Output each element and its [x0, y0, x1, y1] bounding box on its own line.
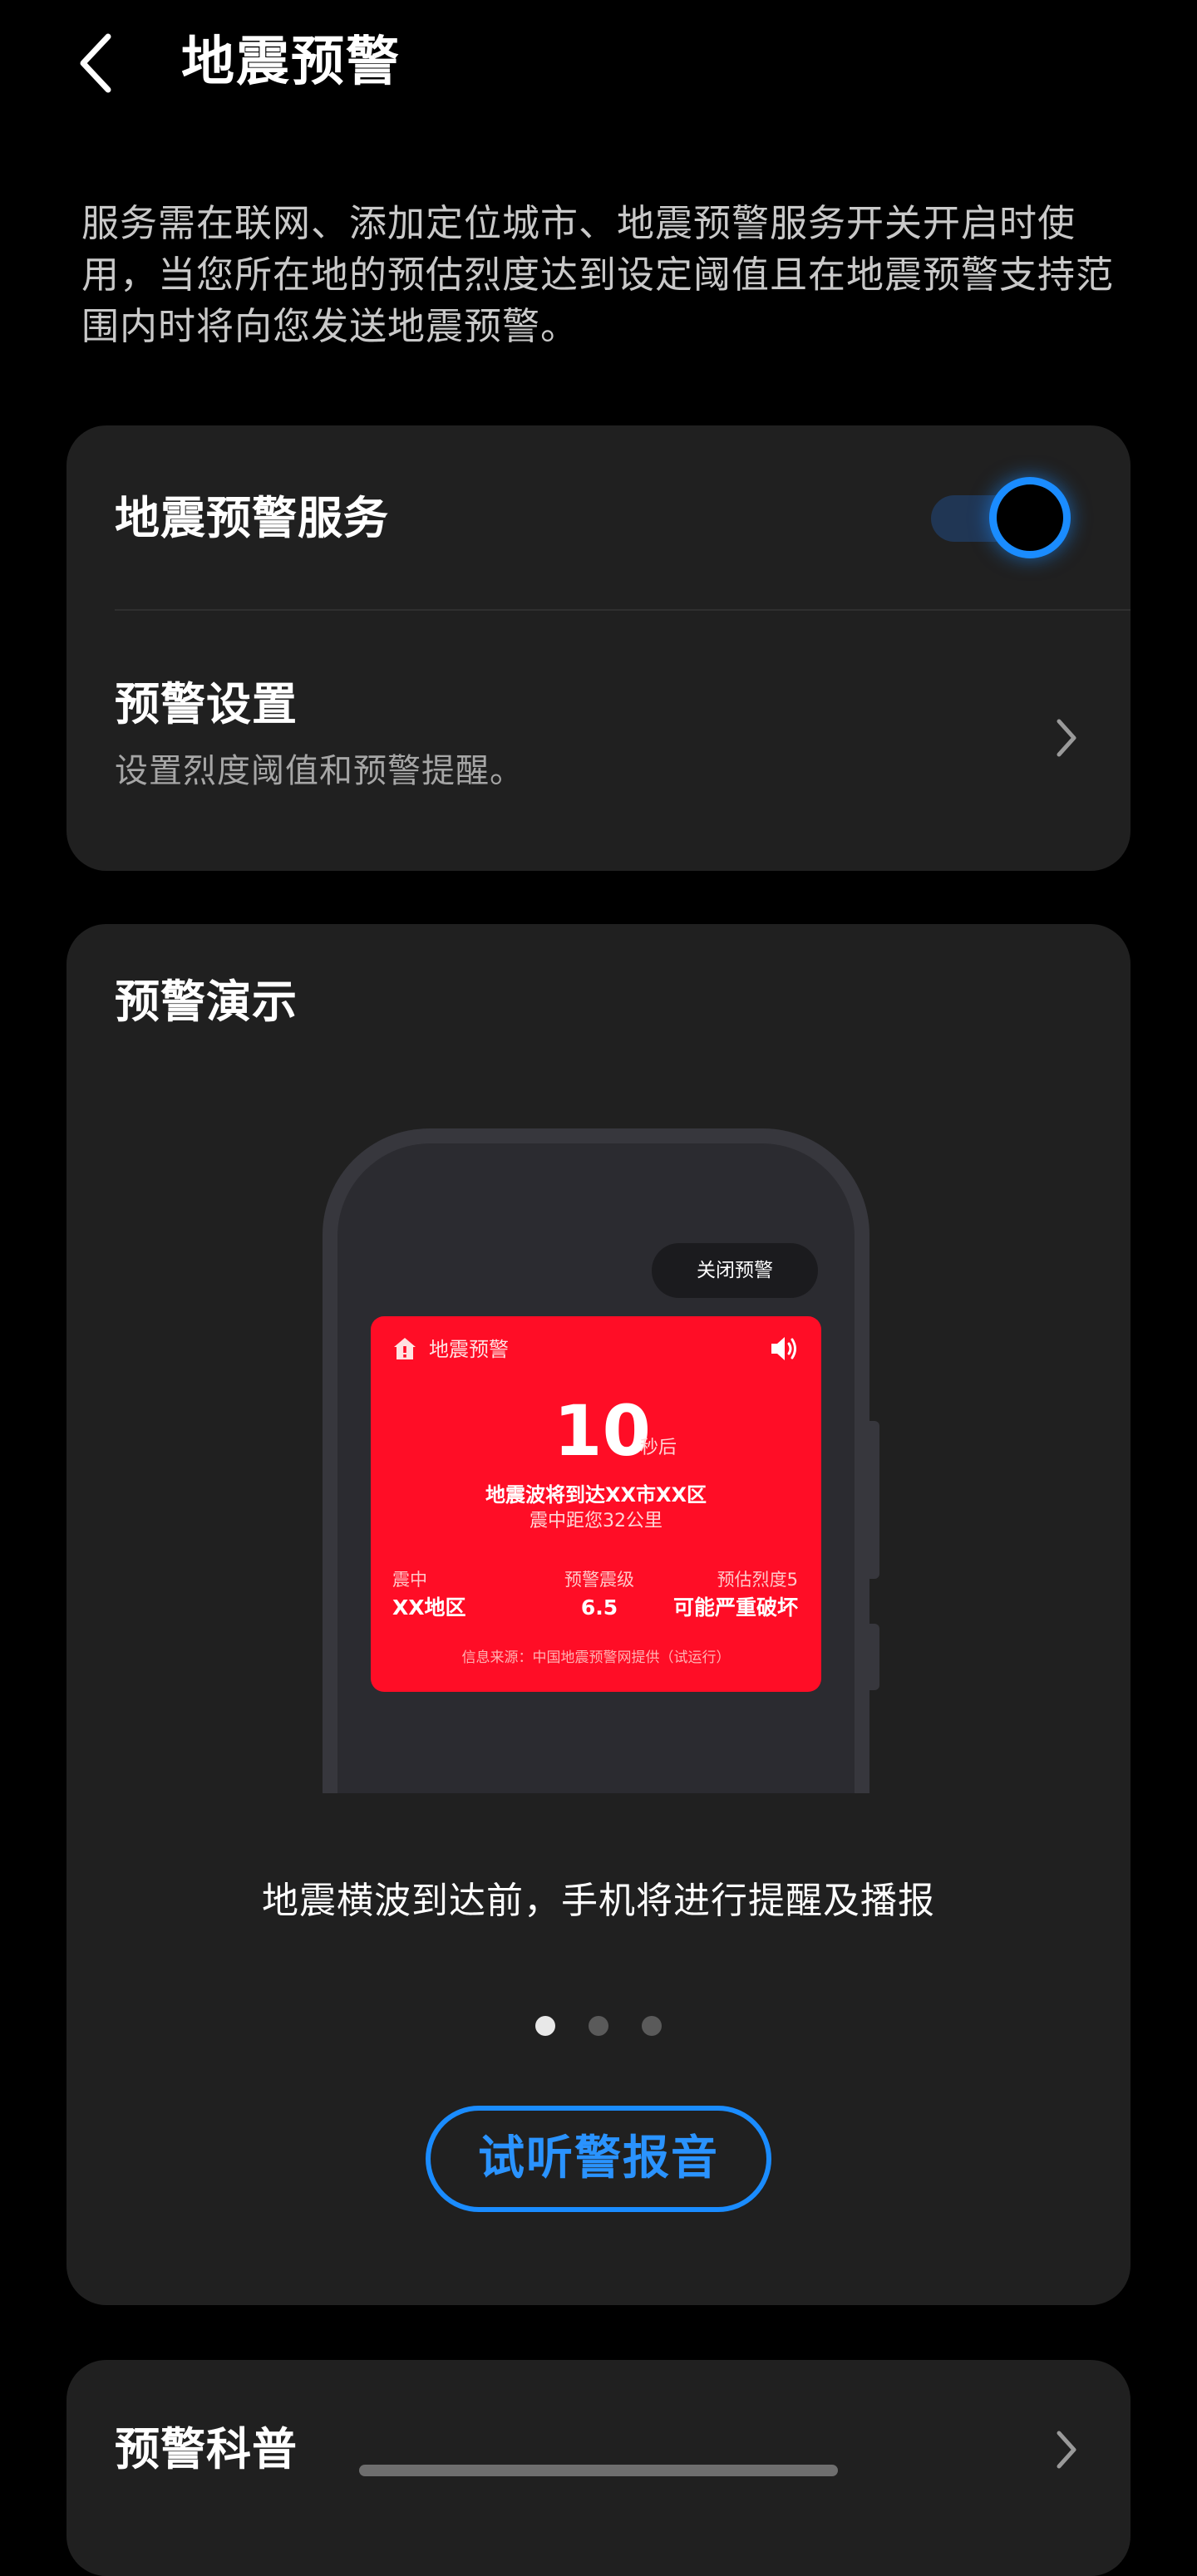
phone-side-button [868, 1624, 879, 1690]
speaker-icon [771, 1337, 796, 1360]
alert-distance: 震中距您32公里 [530, 1511, 663, 1531]
alert-title: 地震预警 [429, 1338, 509, 1361]
alert-message: 地震波将到达XX市XX区 [485, 1483, 707, 1507]
science-row-label[interactable]: 预警科普 [115, 2416, 298, 2483]
page-dot[interactable] [535, 2016, 555, 2036]
chevron-right-icon[interactable] [1049, 2425, 1082, 2475]
page-title: 地震预警 [181, 32, 401, 93]
service-toggle-label: 地震预警服务 [115, 492, 389, 544]
close-alert-button: 关闭预警 [652, 1243, 818, 1298]
countdown-unit: 秒后 [640, 1438, 677, 1458]
intensity-label: 预估烈度5 [717, 1570, 798, 1590]
epicenter-value: XX地区 [392, 1595, 466, 1620]
magnitude-value: 6.5 [580, 1595, 618, 1620]
magnitude-label: 预警震级 [564, 1570, 634, 1590]
page-indicator [532, 2014, 665, 2039]
divider [115, 609, 1130, 611]
page-dot[interactable] [642, 2016, 662, 2036]
page-dot[interactable] [589, 2016, 608, 2036]
countdown-number: 10 [554, 1390, 651, 1472]
epicenter-label: 震中 [392, 1570, 427, 1590]
intensity-value: 可能严重破坏 [672, 1595, 798, 1620]
toggle-knob [989, 477, 1071, 558]
service-toggle[interactable] [931, 477, 1071, 558]
warning-house-icon [394, 1338, 416, 1359]
demo-caption: 地震横波到达前，手机将进行提醒及播报 [262, 1880, 935, 1922]
page-description: 服务需在联网、添加定位城市、地震预警服务开关开启时使用，当您所在地的预估烈度达到… [81, 201, 1115, 348]
listen-alarm-button[interactable]: 试听警报音 [426, 2106, 771, 2212]
gesture-bar[interactable] [359, 2465, 838, 2476]
chevron-right-icon[interactable] [1049, 713, 1082, 763]
chevron-left-icon[interactable] [73, 30, 123, 96]
demo-title: 预警演示 [115, 976, 298, 1028]
settings-row-subtitle: 设置烈度阈值和预警提醒。 [115, 752, 524, 790]
phone-side-button [868, 1421, 879, 1579]
alert-source: 信息来源：中国地震预警网提供（试运行） [461, 1649, 731, 1666]
settings-row-label[interactable]: 预警设置 [115, 673, 298, 736]
